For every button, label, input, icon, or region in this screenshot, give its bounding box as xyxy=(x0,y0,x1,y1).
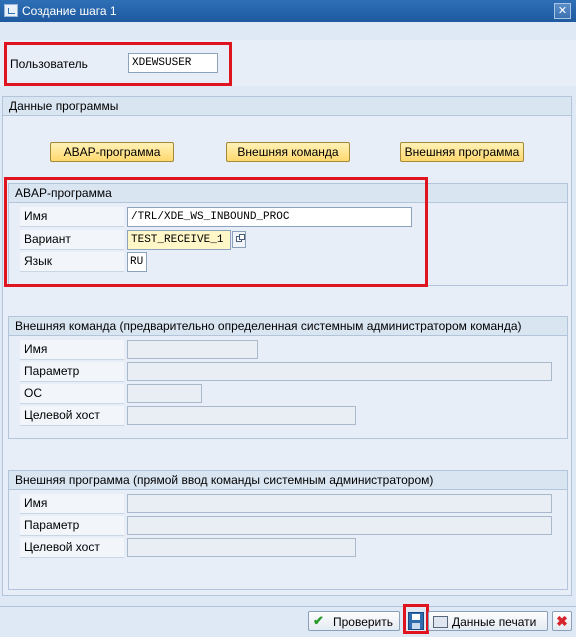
ext-cmd-target-host-label: Целевой хост xyxy=(20,406,124,426)
user-field[interactable]: XDEWSUSER xyxy=(128,53,218,73)
close-icon[interactable]: ✕ xyxy=(554,3,571,19)
ext-prog-target-host-field[interactable] xyxy=(127,538,356,557)
ext-prog-parameter-field[interactable] xyxy=(127,516,552,535)
ext-cmd-os-field[interactable] xyxy=(127,384,202,403)
ext-cmd-name-field[interactable] xyxy=(127,340,258,359)
user-label: Пользователь xyxy=(10,57,88,71)
abap-name-label: Имя xyxy=(20,207,124,227)
ext-cmd-os-label: ОС xyxy=(20,384,124,404)
checkmark-icon: ✔ xyxy=(313,613,324,628)
printer-icon xyxy=(433,616,448,628)
ext-cmd-parameter-label: Параметр xyxy=(20,362,124,382)
variant-value-help-icon[interactable] xyxy=(232,231,246,248)
abap-variant-label: Вариант xyxy=(20,230,124,250)
ext-cmd-parameter-field[interactable] xyxy=(127,362,552,381)
check-button[interactable]: ✔ Проверить xyxy=(308,611,400,631)
save-highlight xyxy=(403,604,429,634)
window-icon xyxy=(4,4,18,17)
external-program-title: Внешняя программа (прямой ввод команды с… xyxy=(9,471,567,490)
abap-variant-field[interactable]: TEST_RECEIVE_1 xyxy=(127,230,231,250)
check-button-label: Проверить xyxy=(333,615,394,629)
ext-prog-name-label: Имя xyxy=(20,494,124,514)
ext-prog-parameter-label: Параметр xyxy=(20,516,124,536)
cancel-icon: ✖ xyxy=(556,613,568,629)
print-data-button-label: Данные печати xyxy=(452,615,537,629)
cancel-button[interactable]: ✖ xyxy=(552,611,572,631)
external-command-button[interactable]: Внешняя команда xyxy=(226,142,350,162)
ext-cmd-target-host-field[interactable] xyxy=(127,406,356,425)
program-data-title: Данные программы xyxy=(3,97,571,116)
ext-cmd-name-label: Имя xyxy=(20,340,124,360)
ext-prog-name-field[interactable] xyxy=(127,494,552,513)
abap-name-field[interactable]: /TRL/XDE_WS_INBOUND_PROC xyxy=(127,207,412,227)
abap-language-field[interactable]: RU xyxy=(127,252,147,272)
abap-language-label: Язык xyxy=(20,252,124,272)
print-data-button[interactable]: Данные печати xyxy=(428,611,548,631)
external-command-title: Внешняя команда (предварительно определе… xyxy=(9,317,567,336)
external-program-button[interactable]: Внешняя программа xyxy=(400,142,524,162)
window-title: Создание шага 1 xyxy=(22,4,117,18)
window-title-bar: Создание шага 1 ✕ xyxy=(0,0,576,22)
abap-program-button[interactable]: ABAP-программа xyxy=(50,142,174,162)
ext-prog-target-host-label: Целевой хост xyxy=(20,538,124,558)
